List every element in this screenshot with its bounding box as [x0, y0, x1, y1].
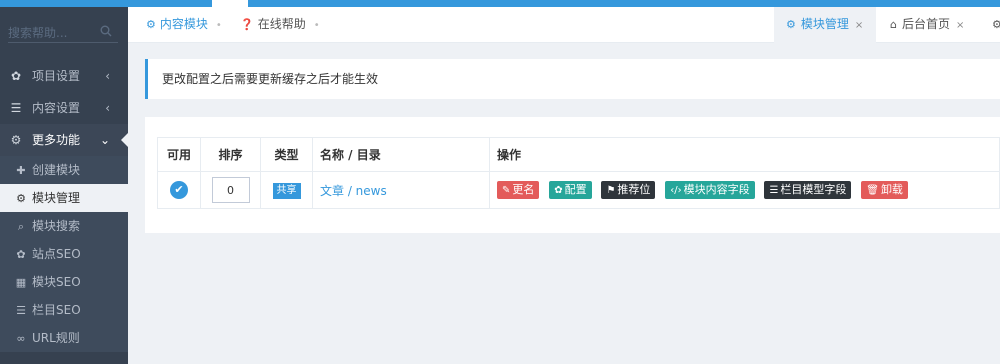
sidebar-subitem-module-search[interactable]: ⌕ 模块搜索 — [0, 212, 128, 240]
cell-actions: ✎ 更名 ✿ 配置 ⚑ 推荐位 ‹/› 模块内容字段 ☰ 栏目模型字段 🗑 卸载 — [489, 171, 1000, 209]
sidebar-item-content-settings[interactable]: ☰ 内容设置 ‹ — [0, 92, 128, 124]
cell-enabled: ✔ — [157, 171, 201, 209]
tab-more[interactable]: ⚙ — [980, 7, 1000, 43]
module-name-link[interactable]: 文章 / news — [320, 184, 387, 198]
sidebar-nav: ✿ 项目设置 ‹ ☰ 内容设置 ‹ ⚙ 更多功能 ⌄ ✚ 创建模块 ⚙ 模块管理 ⌕ 模块搜… — [0, 60, 128, 352]
sidebar-subitem-label: 模块SEO — [32, 275, 81, 289]
search-input[interactable]: 搜索帮助... — [8, 19, 118, 43]
sidebar-submenu: ✚ 创建模块 ⚙ 模块管理 ⌕ 模块搜索 ✿ 站点SEO ▦ 模块SEO ☰ 栏目SEO ∞… — [0, 156, 128, 352]
sidebar-subitem-label: 栏目SEO — [32, 303, 81, 317]
module-content-fields-button[interactable]: ‹/› 模块内容字段 — [665, 181, 755, 199]
sidebar-subitem-label: URL规则 — [32, 331, 80, 345]
sidebar-subitem-label: 站点SEO — [32, 247, 81, 261]
tab-module-management[interactable]: ⚙ 模块管理 × — [774, 7, 876, 43]
config-button[interactable]: ✿ 配置 — [549, 181, 592, 199]
flag-icon: ⚑ — [606, 185, 616, 196]
list-icon: ☰ — [16, 304, 26, 317]
gear-icon: ✿ — [554, 185, 563, 196]
search-icon[interactable] — [100, 25, 112, 37]
module-panel: 可用 排序 类型 名称 / 目录 操作 ✔ 共享 文章 / news ✎更名 ✿… — [145, 117, 1000, 233]
sidebar-subitem-module-seo[interactable]: ▦ 模块SEO — [0, 268, 128, 296]
link-icon: ∞ — [16, 332, 26, 345]
cell-sort — [200, 171, 261, 209]
sidebar-search: 搜索帮助... — [0, 7, 128, 51]
breadcrumb-separator: • — [313, 20, 320, 31]
button-label: 更名 — [512, 183, 535, 196]
chevron-left-icon: ‹ — [105, 69, 110, 83]
gear-icon: ✿ — [16, 248, 26, 261]
cogs-icon: ⚙ — [146, 18, 156, 31]
sidebar-subitem-label: 创建模块 — [32, 163, 81, 177]
button-label: 卸载 — [880, 183, 903, 196]
sidebar-subitem-module-management[interactable]: ⚙ 模块管理 — [0, 184, 128, 212]
search-placeholder: 搜索帮助... — [8, 26, 68, 40]
tab-dashboard[interactable]: ⌂ 后台首页 × — [878, 7, 978, 43]
column-header-actions: 操作 — [489, 137, 1000, 172]
breadcrumb-content-module[interactable]: ⚙ 内容模块 • — [146, 7, 222, 43]
gear-icon: ✿ — [10, 69, 22, 83]
sidebar-subitem-site-seo[interactable]: ✿ 站点SEO — [0, 240, 128, 268]
top-accent-bar — [0, 0, 1000, 7]
cell-type: 共享 — [260, 171, 313, 209]
column-header-type: 类型 — [260, 137, 313, 172]
rename-button[interactable]: ✎ 更名 — [497, 181, 540, 199]
cogs-icon: ⚙ — [10, 133, 22, 147]
uninstall-button[interactable]: 🗑 卸载 — [861, 181, 908, 199]
breadcrumb-online-help[interactable]: ❓ 在线帮助 • — [240, 7, 320, 43]
sidebar-item-project-settings[interactable]: ✿ 项目设置 ‹ — [0, 60, 128, 92]
button-label: 栏目模型字段 — [780, 183, 847, 196]
list-icon: ☰ — [10, 101, 22, 115]
top-bar-notch — [212, 0, 248, 7]
breadcrumb-label: 在线帮助 — [257, 17, 306, 31]
sidebar-item-label: 更多功能 — [32, 133, 81, 147]
chevron-left-icon: ‹ — [105, 101, 110, 115]
sidebar-item-more-features[interactable]: ⚙ 更多功能 ⌄ — [0, 124, 128, 156]
button-label: 推荐位 — [617, 183, 651, 196]
close-icon[interactable]: × — [855, 20, 863, 31]
cell-name: 文章 / news — [312, 171, 490, 209]
search-icon: ⌕ — [17, 220, 25, 233]
notice-box: 更改配置之后需要更新缓存之后才能生效 — [145, 59, 1000, 99]
trash-icon: 🗑 — [866, 185, 879, 196]
sidebar-subitem-create-module[interactable]: ✚ 创建模块 — [0, 156, 128, 184]
plus-icon: ✚ — [16, 164, 26, 177]
page-tabbar: ⚙ 内容模块 • ❓ 在线帮助 • ⚙ 模块管理 × ⌂ 后台首页 × ⚙ — [128, 7, 1000, 43]
table-row: ✔ 共享 文章 / news ✎更名 ✿配置 ⚑推荐位 ‹/›模块内容字段 ☰栏… — [157, 171, 1000, 209]
type-badge: 共享 — [272, 182, 301, 199]
column-model-fields-button[interactable]: ☰ 栏目模型字段 — [764, 181, 852, 199]
sidebar-subitem-url-rules[interactable]: ∞ URL规则 — [0, 324, 128, 352]
question-circle-icon: ❓ — [240, 18, 254, 31]
column-header-enabled: 可用 — [157, 137, 201, 172]
main-content: ⚙ 内容模块 • ❓ 在线帮助 • ⚙ 模块管理 × ⌂ 后台首页 × ⚙ 更改配置之后需要更新… — [128, 7, 1000, 364]
sidebar-item-label: 项目设置 — [32, 69, 81, 83]
edit-icon: ✎ — [502, 185, 511, 196]
close-icon[interactable]: × — [956, 20, 964, 31]
tab-label: 模块管理 — [800, 17, 849, 31]
button-label: 配置 — [564, 183, 587, 196]
chevron-down-icon: ⌄ — [99, 133, 110, 147]
sort-input[interactable] — [211, 177, 250, 203]
column-header-name: 名称 / 目录 — [312, 137, 490, 172]
module-table: 可用 排序 类型 名称 / 目录 操作 ✔ 共享 文章 / news ✎更名 ✿… — [157, 137, 1000, 209]
recommend-position-button[interactable]: ⚑ 推荐位 — [601, 181, 656, 199]
grid-icon: ▦ — [15, 276, 27, 289]
cogs-icon: ⚙ — [786, 18, 796, 31]
sidebar-subitem-label: 模块管理 — [32, 191, 81, 205]
home-icon: ⌂ — [890, 18, 897, 31]
sidebar-subitem-column-seo[interactable]: ☰ 栏目SEO — [0, 296, 128, 324]
column-header-sort: 排序 — [200, 137, 261, 172]
table-header-row: 可用 排序 类型 名称 / 目录 操作 — [157, 137, 1000, 172]
sidebar-item-label: 内容设置 — [32, 101, 81, 115]
breadcrumb-separator: • — [215, 20, 222, 31]
breadcrumb-label: 内容模块 — [159, 17, 208, 31]
tab-label: 后台首页 — [901, 17, 950, 31]
cogs-icon: ⚙ — [992, 18, 1000, 31]
check-circle-icon[interactable]: ✔ — [170, 181, 188, 199]
sidebar-subitem-label: 模块搜索 — [32, 219, 81, 233]
cogs-icon: ⚙ — [16, 192, 26, 205]
button-label: 模块内容字段 — [683, 183, 750, 196]
code-icon: ‹/› — [670, 185, 682, 196]
list-icon: ☰ — [769, 185, 779, 196]
